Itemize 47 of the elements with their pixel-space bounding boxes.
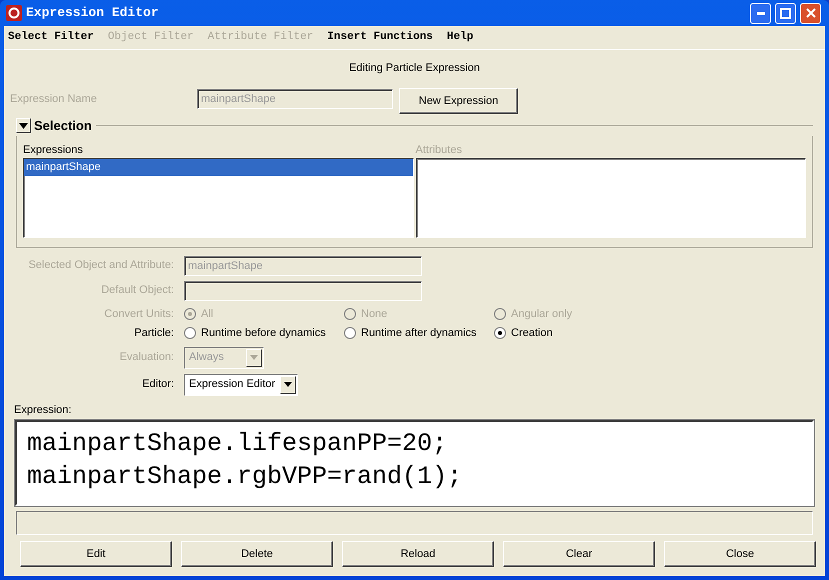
field-label: Convert Units: [103, 306, 175, 322]
dialog-button[interactable]: Close [664, 541, 816, 567]
field-label: Particle: [133, 326, 175, 341]
minimize-icon [756, 12, 764, 14]
dialog-button[interactable]: Delete [181, 541, 333, 567]
radio-label: All [201, 306, 214, 322]
window-title: Expression Editor [26, 4, 159, 22]
menu-item[interactable]: Help [446, 29, 474, 46]
triangle-down-icon [19, 122, 28, 129]
close-button[interactable] [800, 2, 821, 24]
menu-item[interactable]: Select Filter [8, 29, 94, 46]
expression-text-area[interactable]: mainpartShape.lifespanPP=20; mainpartShape.rgbVPP=rand(1); [15, 420, 814, 506]
field-label: Evaluation: [118, 350, 175, 366]
maximize-button[interactable] [775, 2, 796, 24]
maximize-icon [780, 8, 791, 18]
field-label: Default Object: [100, 283, 175, 298]
section-title: Selection [34, 117, 92, 135]
radio-label: Angular only [511, 306, 572, 322]
minimize-button[interactable] [750, 2, 771, 24]
radio-label: None [361, 306, 388, 322]
radio-label: Runtime after dynamics [361, 326, 477, 341]
menu-item[interactable]: Insert Functions [327, 29, 433, 46]
list-label: Attributes [416, 142, 463, 158]
editor-heading: Editing Particle Expression [349, 62, 480, 74]
expression-label: Expression: [14, 404, 72, 416]
collapse-toggle[interactable] [16, 118, 31, 134]
caret-icon [284, 382, 292, 387]
list-label: Expressions [23, 142, 84, 158]
close-icon [806, 8, 816, 18]
radio-button[interactable] [494, 327, 506, 340]
list-item[interactable]: mainpartShape [24, 159, 412, 176]
new-expression-button[interactable]: New Expression [399, 88, 518, 114]
radio-button[interactable] [344, 327, 356, 340]
field-label: Editor: [141, 377, 175, 392]
field-label: Expression Name [10, 92, 98, 107]
app-icon [6, 5, 22, 21]
expressions-list[interactable]: mainpartShape [23, 158, 414, 238]
radio-button[interactable] [184, 327, 196, 340]
attributes-list[interactable] [416, 158, 806, 238]
dialog-button[interactable]: Reload [342, 541, 494, 567]
caret-icon [250, 355, 258, 360]
dialog-button[interactable]: Clear [503, 541, 655, 567]
dialog-button[interactable]: Edit [20, 541, 172, 567]
dropdown[interactable]: Expression Editor [184, 374, 298, 396]
field-label: Selected Object and Attribute: [27, 258, 175, 274]
radio-label: Runtime before dynamics [201, 326, 326, 341]
radio-label: Creation [511, 326, 553, 341]
